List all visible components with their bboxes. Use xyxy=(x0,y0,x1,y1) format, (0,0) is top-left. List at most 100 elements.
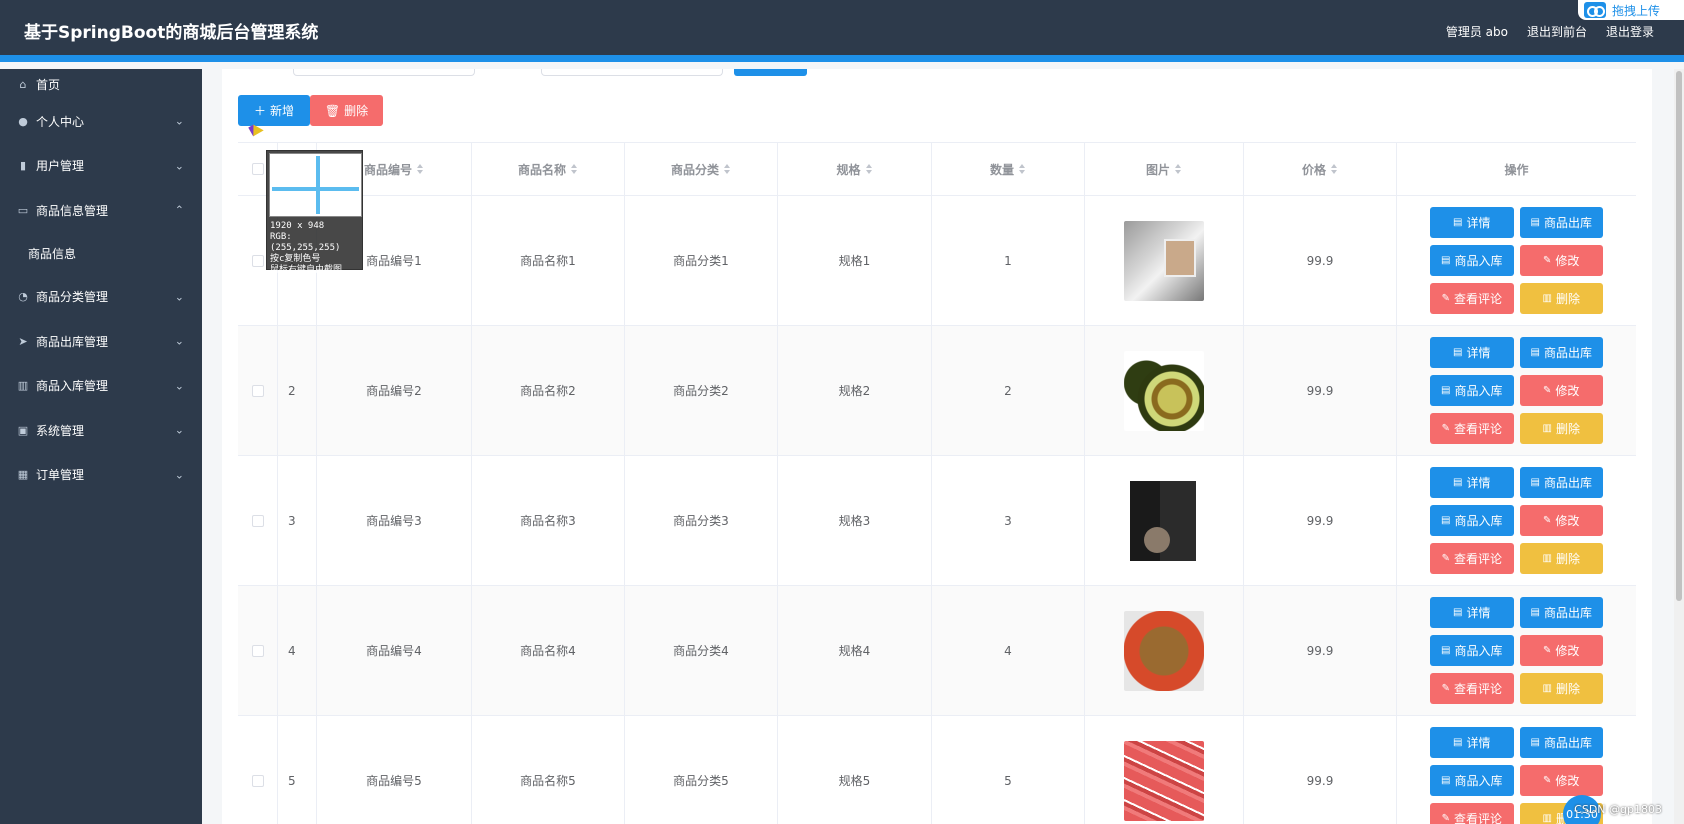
edit-button[interactable]: ✎ 修改 xyxy=(1519,505,1603,536)
row-checkbox[interactable] xyxy=(251,644,264,657)
header-spec[interactable]: 规格 xyxy=(778,143,932,195)
chevron-down-icon: ⌄ xyxy=(174,114,184,128)
sort-icon[interactable] xyxy=(1175,164,1182,174)
detail-label: 详情 xyxy=(1466,476,1491,490)
comments-button[interactable]: ✎ 查看评论 xyxy=(1430,543,1514,574)
book-box-photo[interactable] xyxy=(1124,480,1204,561)
comments-label: 查看评论 xyxy=(1453,422,1502,436)
inbound-label: 商品入库 xyxy=(1454,514,1503,528)
outbound-button[interactable]: ▤ 商品出库 xyxy=(1519,467,1603,498)
outbound-button[interactable]: ▤ 商品出库 xyxy=(1519,727,1603,758)
detail-button[interactable]: ▤ 详情 xyxy=(1430,597,1514,628)
row-checkbox[interactable] xyxy=(251,384,264,397)
header-qty[interactable]: 数量 xyxy=(932,143,1085,195)
avocado-photo[interactable] xyxy=(1124,350,1204,431)
delete-button[interactable]: ▥删除 xyxy=(1519,283,1603,314)
delete-button[interactable]: ▥删除 xyxy=(1519,673,1603,704)
edit-button[interactable]: ✎ 修改 xyxy=(1519,375,1603,406)
detail-button[interactable]: ▤ 详情 xyxy=(1430,727,1514,758)
outbound-button[interactable]: ▤ 商品出库 xyxy=(1519,207,1603,238)
row-code: 商品编号4 xyxy=(317,586,472,715)
batch-delete-button[interactable]: 🗑 删除 xyxy=(310,95,383,126)
sidebar-item-label: 用户管理 xyxy=(36,159,85,174)
select-all-checkbox[interactable] xyxy=(251,163,264,175)
header-category[interactable]: 商品分类 xyxy=(625,143,778,195)
detail-button[interactable]: ▤ 详情 xyxy=(1430,467,1514,498)
delete-button[interactable]: ▥删除 xyxy=(1519,413,1603,444)
image-icon: ▭ xyxy=(17,203,29,217)
scrollbar-thumb[interactable] xyxy=(1676,71,1682,601)
edit-label: 修改 xyxy=(1555,514,1580,528)
header-image[interactable]: 图片 xyxy=(1085,143,1244,195)
row-spec: 规格5 xyxy=(778,716,932,824)
search-input-partial[interactable] xyxy=(293,69,475,76)
sidebar-item-label: 商品出库管理 xyxy=(36,334,109,349)
edit-icon: ✎ xyxy=(1543,515,1552,526)
header-image-label: 图片 xyxy=(1145,162,1170,177)
crosshair-vertical xyxy=(316,156,320,214)
sidebar-item-home[interactable]: ⌂ 首页 xyxy=(0,69,202,99)
sort-icon[interactable] xyxy=(417,164,424,174)
picker-hint-copy: 按c复制色号 xyxy=(270,254,321,264)
comments-button[interactable]: ✎ 查看评论 xyxy=(1430,283,1514,314)
sidebar-item-orders[interactable]: ▦ 订单管理 ⌄ xyxy=(0,453,202,498)
edit-button[interactable]: ✎ 修改 xyxy=(1519,765,1603,796)
sidebar-item-personal[interactable]: ● 个人中心 ⌄ xyxy=(0,99,202,144)
row-qty: 2 xyxy=(932,326,1085,455)
row-checkbox[interactable] xyxy=(251,514,264,527)
logout-link[interactable]: 退出登录 xyxy=(1606,23,1654,40)
sidebar-item-inbound[interactable]: ▥ 商品入库管理 ⌄ xyxy=(0,364,202,409)
inbound-button[interactable]: ▤ 商品入库 xyxy=(1430,635,1514,666)
food-box-photo[interactable] xyxy=(1124,610,1204,691)
sort-icon[interactable] xyxy=(1019,164,1026,174)
detail-button[interactable]: ▤ 详情 xyxy=(1430,207,1514,238)
comments-button[interactable]: ✎ 查看评论 xyxy=(1430,413,1514,444)
sidebar-subitem-goods-info[interactable]: 商品信息 xyxy=(0,232,202,275)
sidebar-item-label: 商品分类管理 xyxy=(36,290,109,305)
sidebar-item-category[interactable]: ◔ 商品分类管理 ⌄ xyxy=(0,275,202,320)
search-button-partial[interactable] xyxy=(734,69,807,76)
outbound-button[interactable]: ▤ 商品出库 xyxy=(1519,597,1603,628)
delete-label: 删除 xyxy=(1555,552,1580,566)
inbound-button[interactable]: ▤ 商品入库 xyxy=(1430,505,1514,536)
row-name: 商品名称1 xyxy=(472,196,625,325)
row-checkbox[interactable] xyxy=(251,774,264,787)
header-name[interactable]: 商品名称 xyxy=(472,143,625,195)
document-icon: ▤ xyxy=(1441,385,1451,396)
inbound-button[interactable]: ▤ 商品入库 xyxy=(1430,765,1514,796)
outbound-button[interactable]: ▤ 商品出库 xyxy=(1519,337,1603,368)
delete-button[interactable]: ▥删除 xyxy=(1519,543,1603,574)
row-image-cell xyxy=(1085,586,1244,715)
row-select-cell xyxy=(238,456,278,585)
row-name: 商品名称2 xyxy=(472,326,625,455)
sort-icon[interactable] xyxy=(865,164,873,174)
sidebar-item-outbound[interactable]: ➤ 商品出库管理 ⌄ xyxy=(0,319,202,364)
back-to-front-link[interactable]: 退出到前台 xyxy=(1527,23,1587,40)
search-input-partial-2[interactable] xyxy=(541,69,723,76)
sausage-photo[interactable] xyxy=(1124,740,1204,821)
edit-button[interactable]: ✎ 修改 xyxy=(1519,245,1603,276)
sort-icon[interactable] xyxy=(724,164,731,174)
inbound-button[interactable]: ▤ 商品入库 xyxy=(1430,245,1514,276)
header-price[interactable]: 价格 xyxy=(1244,143,1397,195)
sort-icon[interactable] xyxy=(571,164,578,174)
row-category: 商品分类5 xyxy=(625,716,778,824)
row-checkbox[interactable] xyxy=(251,254,264,267)
row-price: 99.9 xyxy=(1244,586,1397,715)
add-button[interactable]: ＋ 新增 xyxy=(238,95,310,126)
sidebar-item-goods-info[interactable]: ▭ 商品信息管理 ⌃ xyxy=(0,188,202,233)
row-image-cell xyxy=(1085,716,1244,824)
sidebar-item-users[interactable]: ▮ 用户管理 ⌄ xyxy=(0,144,202,189)
row-ops-group: ▤详情 ▤商品出库 ▤商品入库 ✎修改 ✎查看评论 ▥删除 xyxy=(1430,467,1603,574)
drag-upload-badge[interactable]: 拖拽上传 xyxy=(1578,0,1684,20)
page-scrollbar[interactable] xyxy=(1674,69,1684,824)
inbound-button[interactable]: ▤ 商品入库 xyxy=(1430,375,1514,406)
detail-button[interactable]: ▤ 详情 xyxy=(1430,337,1514,368)
comments-button[interactable]: ✎ 查看评论 xyxy=(1430,803,1514,824)
edit-button[interactable]: ✎ 修改 xyxy=(1519,635,1603,666)
row-select-cell xyxy=(238,586,278,715)
book-photo[interactable] xyxy=(1124,220,1204,301)
sort-icon[interactable] xyxy=(1331,164,1338,174)
sidebar-item-system[interactable]: ▣ 系统管理 ⌄ xyxy=(0,408,202,453)
comments-button[interactable]: ✎ 查看评论 xyxy=(1430,673,1514,704)
